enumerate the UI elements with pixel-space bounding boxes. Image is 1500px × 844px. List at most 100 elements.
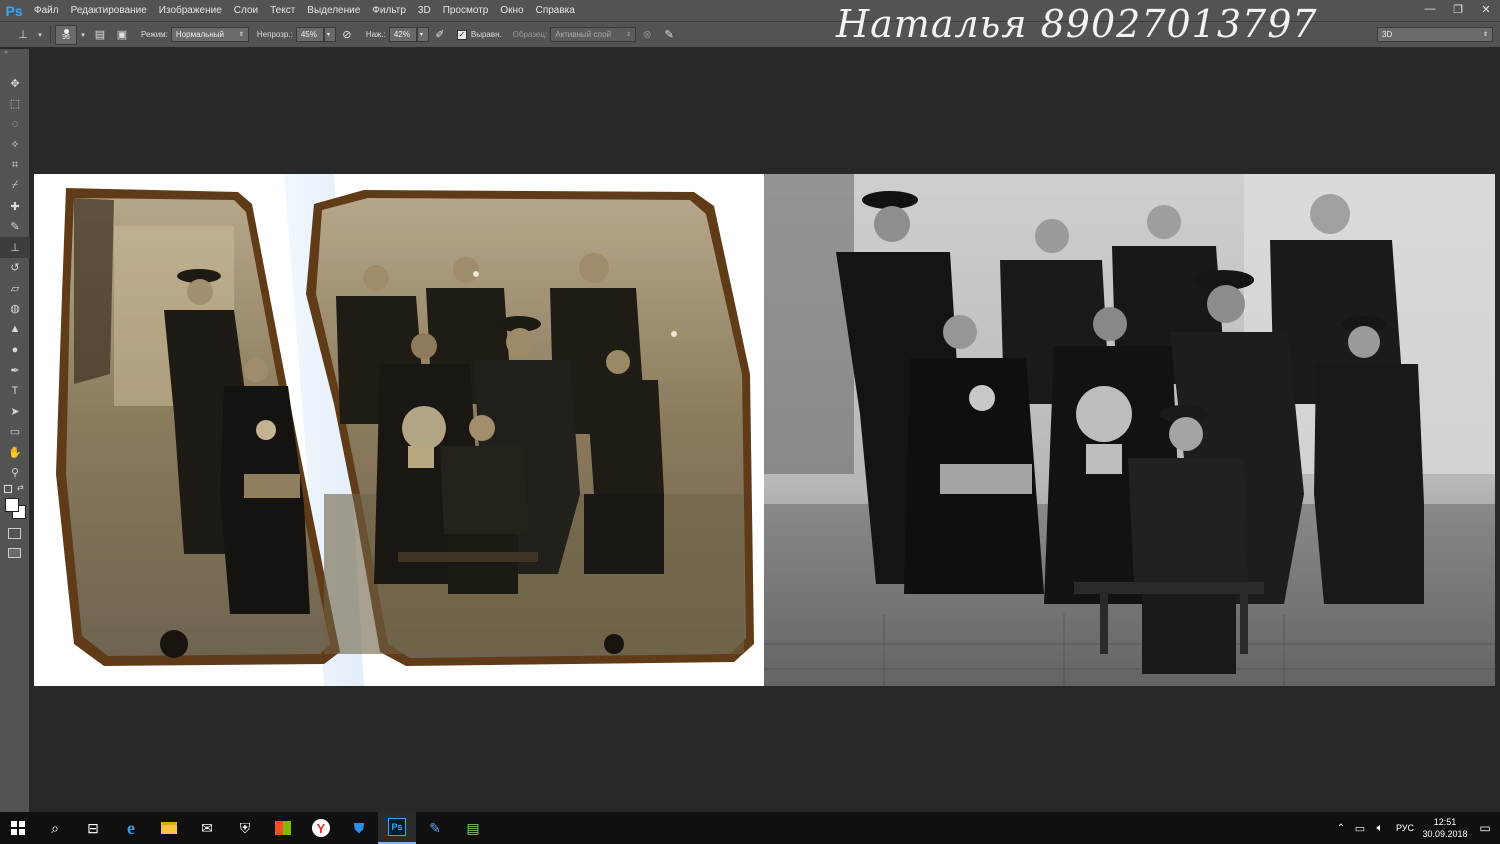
photoshop-logo[interactable]: Ps (0, 0, 28, 21)
dodge-icon[interactable]: ● (0, 340, 30, 361)
search-icon[interactable]: ⌕ (36, 812, 74, 844)
chevron-up-icon[interactable]: ⌃ (1332, 812, 1350, 844)
pressure-size-icon[interactable]: ✎ (660, 26, 678, 44)
notepad-icon[interactable]: ▤ (454, 812, 492, 844)
volume-icon[interactable]: 🔈︎ (1370, 812, 1390, 844)
magic-wand-icon[interactable]: ✧ (0, 135, 30, 156)
quick-mask-icon[interactable] (8, 528, 21, 539)
folder-shape (161, 822, 177, 834)
flow-dropdown[interactable]: ▾ (416, 27, 429, 42)
clone-stamp-icon[interactable]: ⊥ (0, 237, 30, 258)
workspace-select[interactable]: 3D ⇕ (1377, 27, 1493, 42)
divider (50, 25, 51, 44)
photoshop-icon[interactable]: Ps (378, 812, 416, 844)
chevron-down-icon: ▾ (326, 32, 330, 38)
store-icon[interactable] (264, 812, 302, 844)
pressure-opacity-icon[interactable]: ⊘ (338, 26, 356, 44)
opacity-label: Непрозр.: (256, 30, 293, 39)
chevron-updown-icon: ⇕ (238, 32, 244, 38)
clone-source-panel-icon[interactable]: ▣ (113, 26, 131, 44)
screen-mode-icon[interactable] (8, 548, 21, 558)
edge-icon[interactable]: e (112, 812, 150, 844)
default-colors-icon[interactable] (4, 485, 12, 493)
chevron-down-icon[interactable]: ▾ (36, 26, 44, 44)
aligned-label: Выравн. (470, 30, 502, 39)
hand-icon[interactable]: ✋ (0, 442, 30, 463)
menu-item[interactable]: Справка (530, 0, 581, 21)
paint-icon[interactable]: ✎ (416, 812, 454, 844)
ignore-adjustment-layers-icon[interactable]: ⊗ (638, 26, 656, 44)
aligned-checkbox[interactable]: ✓ (456, 29, 467, 40)
menu-item[interactable]: Текст (264, 0, 301, 21)
close-button[interactable]: ✕ (1472, 0, 1500, 18)
eraser-icon[interactable]: ▱ (0, 278, 30, 299)
brush-size-value: 96 (62, 33, 70, 41)
menu-item[interactable]: Просмотр (437, 0, 495, 21)
chevron-updown-icon: ⇕ (626, 32, 632, 38)
system-tray: ⌃ ▭ 🔈︎ РУС 12:51 30.09.2018 ▭ (1332, 812, 1500, 844)
security-shield-icon[interactable]: ⛊ (340, 812, 378, 844)
foreground-color-swatch[interactable] (5, 498, 19, 512)
flow-input[interactable]: 42% (388, 27, 417, 42)
opacity-input[interactable]: 45% (295, 27, 324, 42)
yandex-browser-icon[interactable]: Y (302, 812, 340, 844)
move-icon[interactable]: ✥ (0, 73, 30, 94)
path-select-icon[interactable]: ➤ (0, 401, 30, 422)
blur-icon[interactable]: ▲ (0, 319, 30, 340)
notifications-icon[interactable]: ▭ (1470, 812, 1500, 844)
brush-size-picker[interactable]: 96 (55, 24, 77, 45)
type-icon[interactable]: T (0, 381, 30, 402)
menu-item[interactable]: 3D (412, 0, 437, 21)
swap-colors-icon[interactable]: ⇄ (17, 483, 24, 492)
history-brush-icon[interactable]: ↺ (0, 258, 30, 279)
file-explorer-icon[interactable] (150, 812, 188, 844)
mode-label: Режим: (141, 30, 168, 39)
chevron-updown-icon: ⇕ (1482, 32, 1488, 38)
chevron-down-icon: ▾ (419, 32, 423, 38)
mail-icon[interactable]: ✉ (188, 812, 226, 844)
restore-button[interactable]: ❐ (1444, 0, 1472, 18)
watermark-signature: Наталья 89027013797 (836, 2, 1318, 46)
marquee-icon[interactable]: ⬚ (0, 94, 30, 115)
workspace-value: 3D (1382, 30, 1393, 39)
sample-select[interactable]: Активный слой ⇕ (550, 27, 637, 42)
minimize-button[interactable]: — (1416, 0, 1444, 18)
task-view-icon[interactable]: ⊟ (74, 812, 112, 844)
chevron-down-icon[interactable]: ▾ (79, 26, 87, 44)
menu-item[interactable]: Фильтр (366, 0, 412, 21)
zoom-icon[interactable]: ⚲ (0, 463, 30, 484)
brush-icon[interactable]: ✎ (0, 217, 30, 238)
menu-item[interactable]: Редактирование (65, 0, 153, 21)
language-indicator[interactable]: РУС (1390, 823, 1420, 833)
mode-value: Нормальный (175, 30, 224, 39)
menu-item[interactable]: Файл (28, 0, 65, 21)
document-canvas[interactable] (34, 174, 1495, 686)
store-bag-shape (275, 821, 291, 835)
clock-time: 12:51 (1433, 817, 1457, 827)
toolbox-collapse-icon[interactable]: » (0, 49, 29, 57)
crop-icon[interactable]: ⌗ (0, 155, 30, 176)
mode-select[interactable]: Нормальный ⇕ (170, 27, 249, 42)
lasso-icon[interactable]: ◌ (0, 114, 30, 135)
defender-icon[interactable]: ⛨ (226, 812, 264, 844)
clone-stamp-preset-icon[interactable]: ⊥ (14, 26, 32, 44)
menu-item[interactable]: Окно (494, 0, 529, 21)
system-clock[interactable]: 12:51 30.09.2018 (1420, 816, 1470, 840)
eyedropper-icon[interactable]: ⌿ (0, 176, 30, 197)
network-icon[interactable]: ▭ (1350, 812, 1370, 844)
restored-photo (764, 174, 1495, 686)
opacity-dropdown[interactable]: ▾ (323, 27, 336, 42)
shape-icon[interactable]: ▭ (0, 422, 30, 443)
menu-item[interactable]: Изображение (153, 0, 228, 21)
paint-bucket-icon[interactable]: ◍ (0, 299, 30, 320)
opacity-value: 45% (300, 30, 317, 39)
ps-badge-shape: Ps (388, 818, 406, 836)
pen-icon[interactable]: ✒ (0, 360, 30, 381)
windows-start-icon[interactable] (0, 812, 36, 844)
brush-panel-icon[interactable]: ▤ (91, 26, 109, 44)
menu-item[interactable]: Слои (228, 0, 264, 21)
clock-date: 30.09.2018 (1422, 829, 1468, 839)
healing-icon[interactable]: ✚ (0, 196, 30, 217)
airbrush-icon[interactable]: ✐ (431, 26, 449, 44)
menu-item[interactable]: Выделение (301, 0, 366, 21)
